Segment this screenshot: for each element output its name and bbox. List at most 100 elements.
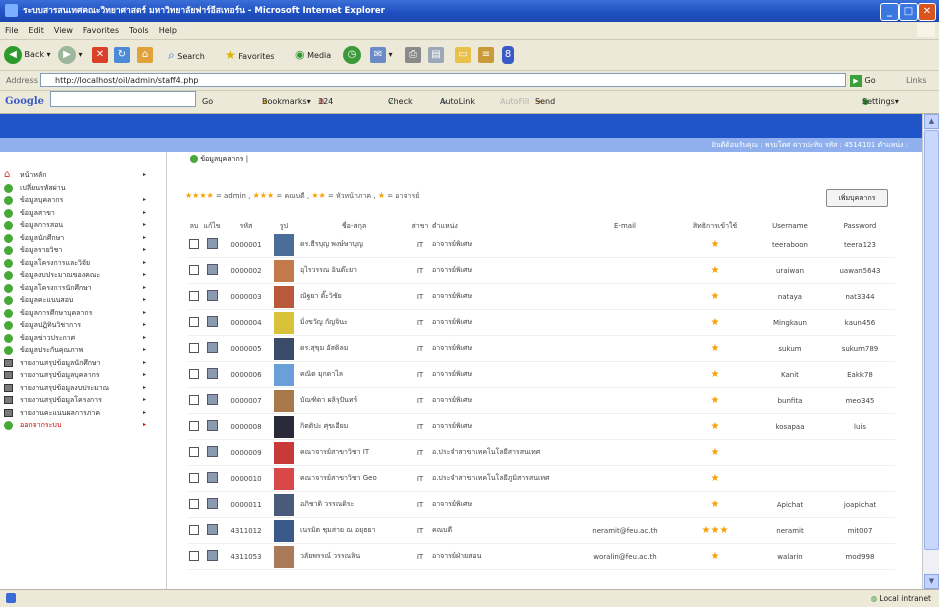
edit-icon[interactable] (206, 368, 218, 379)
research-button[interactable]: ≡ (478, 45, 494, 65)
history-button[interactable]: ◷ (343, 45, 361, 65)
history-icon: ◷ (343, 45, 361, 64)
sidebar-item-label: ข้อมูลงบประมาณของคณะ (20, 271, 101, 279)
edit-icon[interactable] (206, 342, 218, 353)
edit-icon[interactable] (206, 446, 218, 457)
media-button[interactable]: ◉ Media (295, 45, 331, 65)
sidebar-item[interactable]: ข้อมูลโครงการและวิจัย ▸ (0, 257, 158, 270)
staff-position: อาจารย์พิเศษ (432, 232, 575, 258)
edit-icon[interactable] (206, 498, 218, 509)
scrollbar-thumb[interactable] (924, 130, 939, 550)
sidebar-item[interactable]: รายงานสรุปข้อมูลงบประมาณ ▸ (0, 382, 158, 395)
sidebar-item[interactable]: เปลี่ยนรหัสผ่าน (0, 182, 158, 195)
edit-icon[interactable] (206, 420, 218, 431)
delete-checkbox[interactable] (189, 238, 199, 249)
delete-checkbox[interactable] (189, 290, 199, 301)
links-button[interactable]: Links (906, 71, 927, 90)
report-book-icon (4, 383, 13, 392)
window-title-bar[interactable]: ระบบสารสนเทศคณะวิทยาศาสตร์ มหาวิทยาลัยฟา… (0, 0, 939, 22)
sidebar-item[interactable]: รายงานสรุปข้อมูลบุคลากร ▸ (0, 369, 158, 382)
sidebar-item[interactable]: ข้อมูลปฏิทินวิชาการ ▸ (0, 319, 158, 332)
sidebar-item[interactable]: ข้อมูลโครงการนักศึกษา ▸ (0, 282, 158, 295)
maximize-button[interactable]: □ (899, 3, 918, 21)
google-go-button[interactable]: Go (202, 91, 213, 113)
edit-icon[interactable] (206, 550, 218, 561)
delete-checkbox[interactable] (189, 394, 199, 405)
autofill-button[interactable]: AutoFill (500, 91, 529, 113)
sidebar-item[interactable]: ข้อมูลสาขา ▸ (0, 207, 158, 220)
search-button[interactable]: ⌕ Search (168, 45, 205, 65)
edit-icon[interactable] (206, 316, 218, 327)
staff-email (575, 283, 675, 310)
delete-checkbox[interactable] (189, 550, 199, 561)
delete-checkbox[interactable] (189, 420, 199, 431)
sidebar-item[interactable]: ข้อมูลการศึกษาบุคลากร ▸ (0, 307, 158, 320)
sidebar-item[interactable]: ข้อมูลรายวิชา ▸ (0, 244, 158, 257)
delete-checkbox[interactable] (189, 264, 199, 275)
delete-checkbox[interactable] (189, 316, 199, 327)
edit-icon[interactable] (206, 394, 218, 405)
delete-checkbox[interactable] (189, 472, 199, 483)
forward-button[interactable]: ▶ ▾ (58, 45, 83, 65)
access-stars: ★ (675, 361, 755, 388)
edit-icon[interactable] (206, 290, 218, 301)
delete-checkbox[interactable] (189, 498, 199, 509)
favorites-button[interactable]: ★ Favorites (225, 45, 274, 65)
menu-file[interactable]: File (0, 22, 23, 39)
sidebar-item[interactable]: รายงานสรุปข้อมูลนักศึกษา ▸ (0, 357, 158, 370)
staff-password: mit007 (825, 517, 895, 544)
folder-button[interactable]: ▭ (455, 45, 471, 65)
mail-button[interactable]: ✉ ▾ (370, 45, 393, 65)
delete-checkbox[interactable] (189, 368, 199, 379)
col-id: รหัส (239, 221, 253, 230)
sidebar-item[interactable]: ⌂ หน้าหลัก ▸ (0, 169, 158, 182)
menu-edit[interactable]: Edit (23, 22, 49, 39)
edit-button[interactable]: ▤ (428, 45, 444, 65)
stop-button[interactable]: ✕ (92, 45, 108, 65)
menu-favorites[interactable]: Favorites (78, 22, 124, 39)
sidebar-item[interactable]: ข้อมูลการสอน ▸ (0, 219, 158, 232)
go-button[interactable]: ▶ Go (850, 71, 876, 90)
staff-table: ลบ แก้ไข รหัส รูป ชื่อ-สกุล สาขา ตำแหน่ง… (188, 220, 895, 570)
google-logo[interactable]: Google (5, 91, 44, 113)
sidebar-item[interactable]: ข้อมูลประกันคุณภาพ ▸ (0, 344, 158, 357)
sidebar-item-label: ข้อมูลปฏิทินวิชาการ (20, 321, 81, 329)
menu-help[interactable]: Help (154, 22, 182, 39)
scroll-up-arrow-icon[interactable]: ▲ (924, 114, 939, 129)
sidebar-item[interactable]: รายงานคะแนนผลการภาค ▸ (0, 407, 158, 420)
staff-password: mod998 (825, 543, 895, 570)
edit-icon[interactable] (206, 472, 218, 483)
staff-photo (274, 311, 294, 334)
back-button[interactable]: ◀ Back ▾ (4, 45, 51, 65)
menu-tools[interactable]: Tools (124, 22, 154, 39)
edit-icon[interactable] (206, 238, 218, 249)
sidebar-item[interactable]: ข้อมูลนักศึกษา ▸ (0, 232, 158, 245)
edit-icon[interactable] (206, 524, 218, 535)
delete-checkbox[interactable] (189, 524, 199, 535)
sidebar-item[interactable]: รายงานสรุปข้อมูลโครงการ ▸ (0, 394, 158, 407)
edit-icon[interactable] (206, 264, 218, 275)
sidebar-item[interactable]: ข้อมูลคะแนนสอบ ▸ (0, 294, 158, 307)
delete-checkbox[interactable] (189, 446, 199, 457)
delete-checkbox[interactable] (189, 342, 199, 353)
close-button[interactable]: ✕ (918, 3, 936, 21)
minimize-button[interactable]: _ (880, 3, 899, 21)
sidebar-item[interactable]: ข้อมูลงบประมาณของคณะ ▸ (0, 269, 158, 282)
sidebar-item-label: ออกจากระบบ (20, 421, 62, 429)
menu-view[interactable]: View (49, 22, 78, 39)
vertical-scrollbar[interactable]: ▲ ▼ (922, 114, 939, 589)
report-book-icon (4, 396, 13, 404)
ie-icon (5, 4, 18, 17)
staff-email (575, 232, 675, 258)
scroll-down-arrow-icon[interactable]: ▼ (924, 574, 939, 589)
staff-password: uawan5643 (825, 257, 895, 284)
sidebar-item[interactable]: ออกจากระบบ ▸ (0, 419, 158, 432)
print-button[interactable]: ⎙ (405, 45, 421, 65)
address-input[interactable]: http://localhost/oil/admin/staff4.php (40, 73, 846, 87)
refresh-button[interactable]: ↻ (114, 45, 130, 65)
sidebar-item[interactable]: ข้อมูลข่าวประกาศ ▸ (0, 332, 158, 345)
sidebar-item[interactable]: ข้อมูลบุคลากร ▸ (0, 194, 158, 207)
add-staff-button[interactable]: เพิ่มบุคลากร (826, 189, 888, 207)
home-button[interactable]: ⌂ (137, 45, 153, 65)
messenger-button[interactable]: 8 (502, 45, 514, 65)
